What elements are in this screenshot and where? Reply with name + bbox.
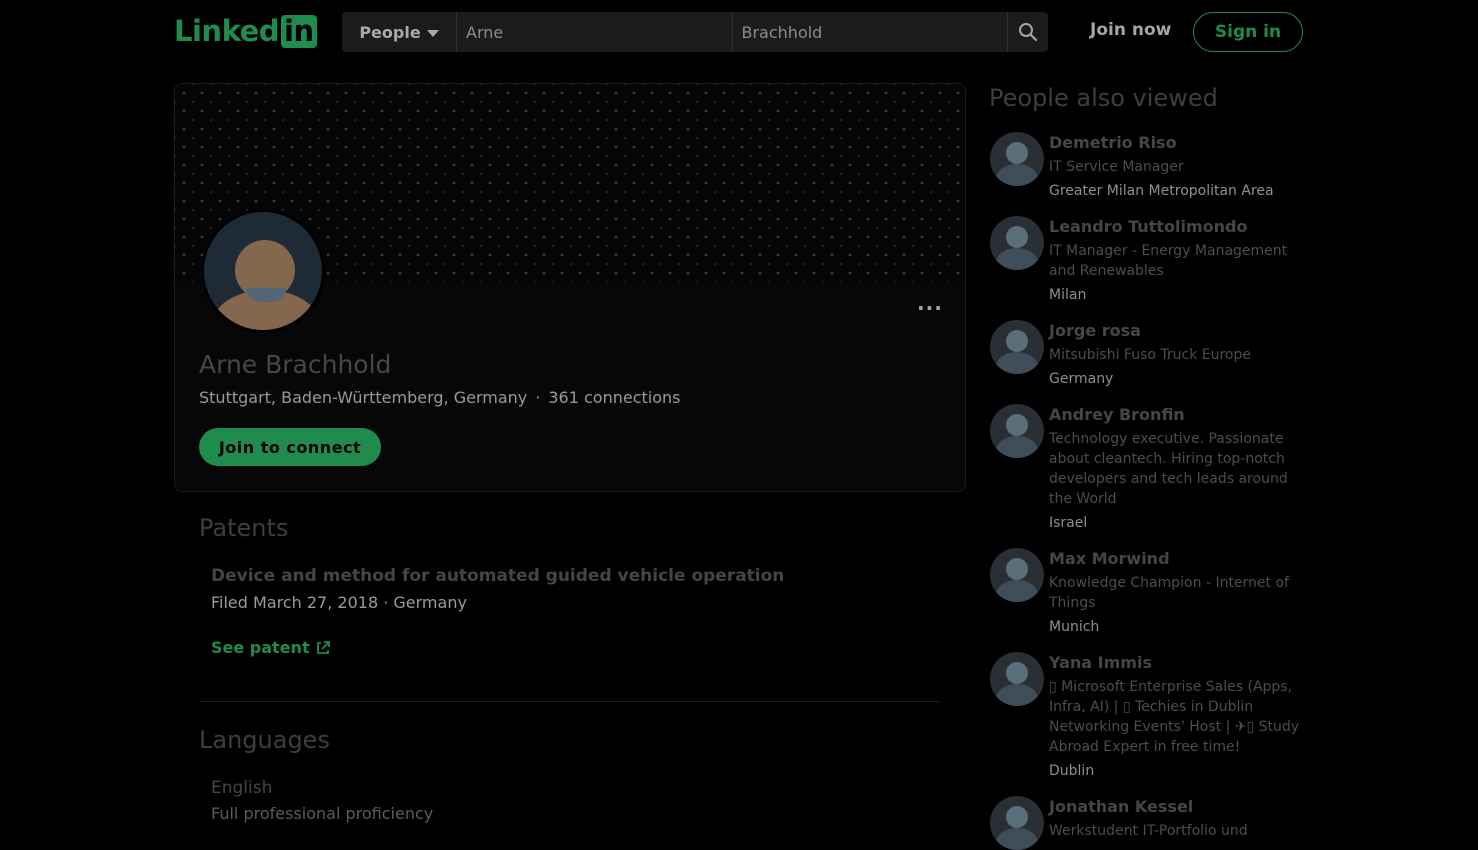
see-patent-link[interactable]: See patent	[211, 638, 330, 657]
avatar-body	[996, 684, 1038, 706]
person-headline: Werkstudent IT-Portfolio und	[1049, 823, 1248, 839]
person-name[interactable]: Leandro Tuttolimondo	[1049, 217, 1247, 236]
avatar-head	[1006, 330, 1028, 352]
avatar-body	[996, 248, 1038, 270]
avatar[interactable]	[990, 216, 1044, 270]
profile-connections: 361 connections	[548, 388, 681, 407]
logo-badge: in	[281, 14, 317, 48]
avatar-head	[1006, 414, 1028, 436]
avatar-body	[996, 436, 1038, 458]
person-name[interactable]: Max Morwind	[1049, 549, 1170, 568]
avatar	[201, 209, 325, 333]
profile-location-line: Stuttgart, Baden-Württemberg, Germany · 36…	[199, 388, 680, 407]
avatar-body	[996, 164, 1038, 186]
external-link-icon	[316, 640, 330, 654]
search-bar: People Arne Brachhold	[342, 12, 1048, 52]
top-nav: Linked in People Arne Brachhold Join now …	[0, 0, 1478, 64]
avatar-body	[996, 580, 1038, 602]
person-headline: IT Manager - Energy Management and Renew…	[1049, 243, 1288, 279]
more-options-button[interactable]: ···	[917, 296, 943, 320]
language-level: Full professional proficiency	[211, 804, 434, 823]
last-name-input[interactable]: Brachhold	[733, 12, 1008, 52]
avatar-head	[1006, 558, 1028, 580]
chevron-down-icon	[426, 29, 439, 37]
person-location: Germany	[1049, 371, 1114, 387]
patent-meta: Filed March 27, 2018 · Germany	[211, 593, 467, 612]
person-name[interactable]: Jonathan Kessel	[1049, 797, 1193, 816]
patent-title: Device and method for automated guided v…	[211, 566, 785, 586]
avatar-head	[1006, 662, 1028, 684]
linkedin-logo[interactable]: Linked in	[174, 14, 317, 48]
person-location: Greater Milan Metropolitan Area	[1049, 183, 1274, 199]
search-category-dropdown[interactable]: People	[342, 12, 457, 52]
person-headline: IT Service Manager	[1049, 159, 1184, 175]
avatar[interactable]	[990, 548, 1044, 602]
person-name[interactable]: Demetrio Riso	[1049, 133, 1177, 152]
section-divider	[199, 701, 940, 702]
see-patent-label: See patent	[211, 638, 310, 657]
languages-heading: Languages	[199, 726, 330, 754]
person-name[interactable]: Jorge rosa	[1049, 321, 1141, 340]
person-name[interactable]: Yana Immis	[1049, 653, 1152, 672]
search-category-label: People	[359, 22, 421, 42]
first-name-input[interactable]: Arne	[457, 12, 733, 52]
person-headline: Mitsubishi Fuso Truck Europe	[1049, 347, 1251, 363]
avatar-head	[1006, 806, 1028, 828]
person-headline: ▯ Microsoft Enterprise Sales (Apps, Infr…	[1049, 679, 1300, 755]
avatar-head	[1006, 142, 1028, 164]
logo-text: Linked	[174, 14, 280, 48]
separator-dot: ·	[535, 388, 541, 407]
person-location: Israel	[1049, 515, 1088, 531]
avatar[interactable]	[990, 404, 1044, 458]
avatar[interactable]	[990, 132, 1044, 186]
person-location: Munich	[1049, 619, 1100, 635]
patents-heading: Patents	[199, 514, 289, 542]
person-name[interactable]: Andrey Bronfin	[1049, 405, 1185, 424]
person-headline: Technology executive. Passionate about c…	[1049, 431, 1288, 507]
profile-name: Arne Brachhold	[199, 350, 392, 379]
search-icon	[1019, 23, 1038, 42]
person-location: Dublin	[1049, 763, 1095, 779]
person-location: Milan	[1049, 287, 1087, 303]
avatar-body	[996, 352, 1038, 374]
sign-in-button[interactable]: Sign in	[1193, 12, 1303, 52]
avatar[interactable]	[990, 796, 1044, 850]
avatar[interactable]	[990, 652, 1044, 706]
avatar[interactable]	[990, 320, 1044, 374]
person-headline: Knowledge Champion - Internet of Things	[1049, 575, 1289, 611]
profile-location: Stuttgart, Baden-Württemberg, Germany	[199, 388, 528, 407]
avatar-body	[996, 828, 1038, 850]
language-name: English	[211, 778, 273, 798]
profile-card: ··· Arne Brachhold Stuttgart, Baden-Würt…	[174, 83, 966, 492]
people-also-viewed-heading: People also viewed	[989, 84, 1218, 112]
join-now-link[interactable]: Join now	[1090, 20, 1171, 40]
join-to-connect-button[interactable]: Join to connect	[199, 428, 381, 466]
search-button[interactable]	[1008, 12, 1048, 52]
avatar-head	[1006, 226, 1028, 248]
